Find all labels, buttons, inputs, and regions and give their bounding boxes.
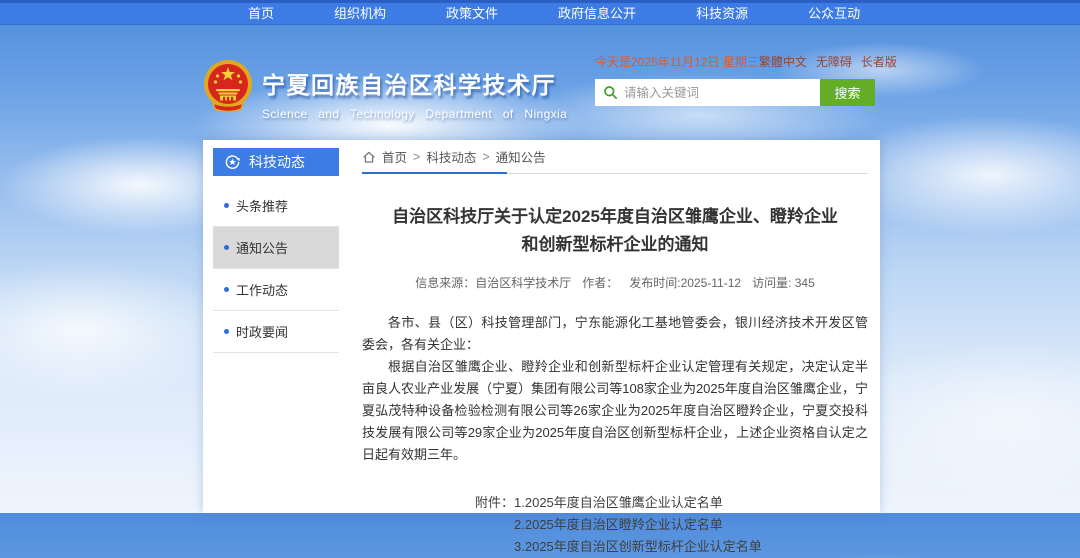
national-emblem-logo [203,59,253,113]
content-wrapper: 科技动态 头条推荐 通知公告 工作动态 时政要闻 [203,140,880,513]
search-input-wrap [595,79,820,106]
sidebar-menu: 头条推荐 通知公告 工作动态 时政要闻 [213,185,339,353]
article-meta-part: 作者： [582,276,618,290]
sidebar-item-label: 头条推荐 [236,196,288,215]
article-paragraph: 各市、县（区）科技管理部门，宁东能源化工基地管委会，银川经济技术开发区管委会，各… [362,312,868,356]
bullet-dot-icon [224,287,229,292]
nav-item[interactable]: 政策文件 [416,3,528,24]
search-button[interactable]: 搜索 [820,79,875,106]
bullet-dot-icon [224,329,229,334]
sidebar-item-label: 工作动态 [236,280,288,299]
site-title: 宁夏回族自治区科学技术厅 [262,66,567,100]
article-paragraph: 根据自治区雏鹰企业、瞪羚企业和创新型标杆企业认定管理有关规定，决定认定半亩良人农… [362,356,868,466]
article-title-line: 和创新型标杆企业的通知 [362,231,868,259]
attachments-label: 附件： [475,492,514,558]
home-icon [362,150,376,164]
article-meta-part: 发布时间:2025-11-12 [629,276,741,290]
nav-item[interactable]: 政府信息公开 [528,3,666,24]
tech-news-icon [224,154,241,171]
sidebar-item[interactable]: 头条推荐 [213,185,339,227]
bullet-dot-icon [224,203,229,208]
quick-link[interactable]: 繁體中文 [759,53,807,70]
nav-item[interactable]: 首页 [218,3,304,24]
breadcrumb-items: 首页>科技动态>通知公告 [382,147,546,166]
site-subtitle: Science and Technology Department of Nin… [262,107,567,121]
site-header: 宁夏回族自治区科学技术厅 Science and Technology Depa… [0,26,1080,140]
main-content: 首页>科技动态>通知公告 自治区科技厅关于认定2025年度自治区雏鹰企业、瞪羚企… [349,140,880,513]
search-input[interactable] [618,86,820,100]
article-title: 自治区科技厅关于认定2025年度自治区雏鹰企业、瞪羚企业和创新型标杆企业的通知 [362,203,868,259]
sidebar-title: 科技动态 [249,152,305,172]
attachment-link[interactable]: 2.2025年度自治区瞪羚企业认定名单 [514,514,762,536]
article-body: 各市、县（区）科技管理部门，宁东能源化工基地管委会，银川经济技术开发区管委会，各… [362,312,868,466]
attachment-link[interactable]: 3.2025年度自治区创新型标杆企业认定名单 [514,536,762,558]
quick-links: 繁體中文无障碍长者版 [759,53,897,70]
breadcrumb-item[interactable]: 科技动态 [426,147,476,166]
attachment-link[interactable]: 1.2025年度自治区雏鹰企业认定名单 [514,492,762,514]
sidebar-item[interactable]: 通知公告 [213,227,339,269]
article-title-line: 自治区科技厅关于认定2025年度自治区雏鹰企业、瞪羚企业 [362,203,868,231]
attachments-list: 1.2025年度自治区雏鹰企业认定名单2.2025年度自治区瞪羚企业认定名单3.… [514,492,762,558]
quick-link[interactable]: 无障碍 [816,53,852,70]
sidebar-header: 科技动态 [213,148,339,176]
nav-item[interactable]: 组织机构 [304,3,416,24]
nav-item[interactable]: 科技资源 [666,3,778,24]
article-meta-part: 访问量: 345 [752,276,815,290]
quick-link[interactable]: 长者版 [861,53,897,70]
sidebar-item[interactable]: 时政要闻 [213,311,339,353]
top-nav: 首页组织机构政策文件政府信息公开科技资源公众互动 [0,3,1080,25]
breadcrumb: 首页>科技动态>通知公告 [362,140,868,174]
sidebar-item-label: 时政要闻 [236,322,288,341]
breadcrumb-item[interactable]: 通知公告 [496,147,546,166]
breadcrumb-item[interactable]: 首页 [382,147,407,166]
sidebar-item-label: 通知公告 [236,238,288,257]
current-date: 今天是2025年11月12日 星期三 [595,53,759,70]
bullet-dot-icon [224,245,229,250]
article-meta-part: 信息来源：自治区科学技术厅 [415,276,571,290]
sidebar-item[interactable]: 工作动态 [213,269,339,311]
sidebar: 科技动态 头条推荐 通知公告 工作动态 时政要闻 [203,140,349,513]
attachments-section: 附件： 1.2025年度自治区雏鹰企业认定名单2.2025年度自治区瞪羚企业认定… [362,492,868,558]
search-bar: 搜索 [595,79,875,106]
nav-item[interactable]: 公众互动 [778,3,890,24]
search-icon [603,85,618,100]
article-meta: 信息来源：自治区科学技术厅作者： 发布时间:2025-11-12 访问量: 345 [362,274,868,291]
